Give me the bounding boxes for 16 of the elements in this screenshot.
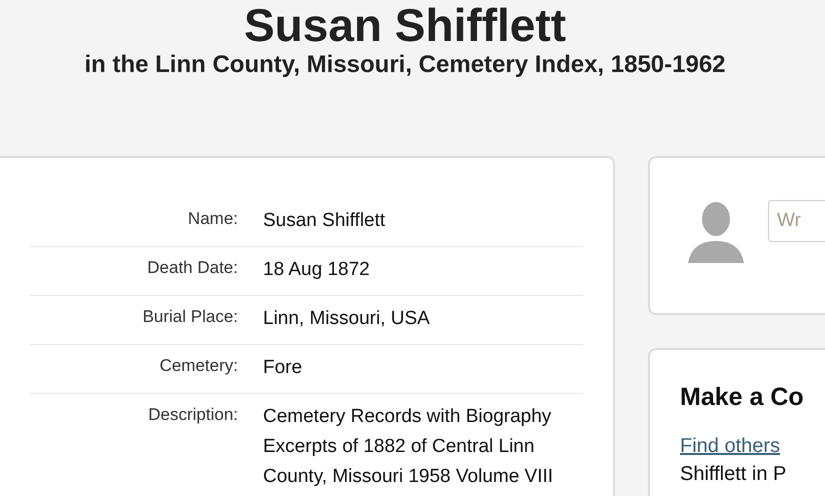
field-label: Death Date:	[146, 257, 238, 279]
field-label: Description:	[147, 404, 238, 426]
card-heading: Make a Co	[680, 382, 805, 413]
field-value: 18 Aug 1872	[263, 258, 371, 282]
page-subtitle: in the Linn County, Missouri, Cemetery Index, 1850-1962	[84, 50, 726, 80]
card-text: Shifflett in P	[680, 462, 788, 487]
field-label: Name:	[186, 208, 238, 230]
field-value: Fore	[263, 356, 304, 380]
field-value: Linn, Missouri, USA	[263, 307, 431, 331]
field-value: Susan Shifflett	[263, 209, 386, 233]
find-others-link[interactable]: Find others	[680, 432, 780, 460]
comment-field[interactable]: Wr	[768, 200, 825, 242]
field-label: Cemetery:	[158, 355, 238, 377]
field-label: Burial Place:	[142, 306, 238, 328]
page-title: Susan Shifflett	[244, 0, 566, 50]
field-value: Cemetery Records with Biography Excerpts of 1882 of Central Linn County, Missouri 1958 Volume VIII	[263, 405, 554, 489]
